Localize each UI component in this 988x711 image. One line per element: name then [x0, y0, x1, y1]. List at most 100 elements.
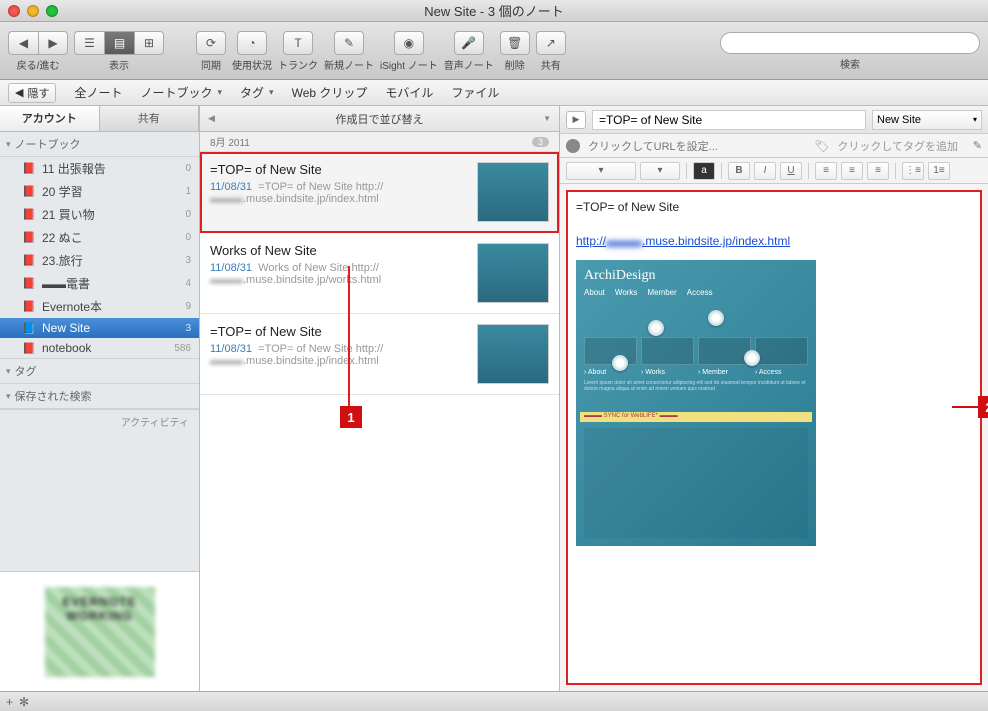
webpage-preview: ArchiDesign AboutWorksMemberAccess › Abo…	[576, 260, 816, 546]
notebook-icon: 📕	[22, 185, 36, 199]
sidebar-section-saved[interactable]: 保存された検索	[0, 384, 199, 409]
sync-label: 同期	[201, 57, 221, 72]
audio-note-button[interactable]: 🎤	[454, 31, 484, 55]
note-list-item[interactable]: =TOP= of New Site11/08/31 =TOP= of New S…	[200, 152, 559, 233]
view-list-button[interactable]: ☰	[74, 31, 104, 55]
isight-label: iSight ノート	[380, 57, 438, 72]
note-list-month-header: 8月 2011 3	[200, 132, 559, 152]
annotation-marker-1: 1	[340, 406, 362, 428]
numbered-list-button[interactable]: 1≡	[928, 162, 950, 180]
view-snippet-button[interactable]: ▤	[104, 31, 134, 55]
sync-button[interactable]: ⟳	[196, 31, 226, 55]
sidebar-item-notebook[interactable]: 📕21 買い物0	[0, 203, 199, 226]
back-button[interactable]: ◀	[8, 31, 38, 55]
note-list-item[interactable]: Works of New Site11/08/31 Works of New S…	[200, 233, 559, 314]
note-list-month-count: 3	[532, 137, 549, 147]
filter-notebook[interactable]: ノートブック	[140, 84, 222, 101]
slideshow-button[interactable]: ▶	[566, 111, 586, 129]
note-body-title: =TOP= of New Site	[576, 200, 972, 214]
sidebar-item-notebook[interactable]: 📘New Site3	[0, 318, 199, 338]
sidebar-item-count: 0	[185, 209, 191, 220]
underline-button[interactable]: U	[780, 162, 802, 180]
sidebar-item-notebook[interactable]: 📕notebook586	[0, 338, 199, 358]
color-button[interactable]: a	[693, 162, 715, 180]
preview-nav: AboutWorksMemberAccess	[584, 288, 808, 297]
filter-all-notes[interactable]: 全ノート	[74, 84, 122, 101]
hide-sidebar-button[interactable]: ◀隠す	[8, 83, 56, 103]
usage-button[interactable]: ◔	[237, 31, 267, 55]
sidebar-item-notebook[interactable]: 📕23.旅行3	[0, 249, 199, 272]
trunk-button[interactable]: T	[283, 31, 313, 55]
preview-logo: ArchiDesign	[584, 268, 808, 284]
filter-mobile[interactable]: モバイル	[385, 84, 433, 101]
align-right-button[interactable]: ≡	[867, 162, 889, 180]
trunk-label: トランク	[278, 57, 318, 72]
notebook-select[interactable]: New Site▾	[872, 110, 982, 130]
size-select[interactable]: ▾	[640, 162, 680, 180]
view-label: 表示	[109, 57, 129, 72]
usage-label: 使用状況	[232, 57, 272, 72]
note-content[interactable]: =TOP= of New Site http://▬▬▬.muse.bindsi…	[566, 190, 982, 685]
isight-note-button[interactable]: ◉	[394, 31, 424, 55]
search-input[interactable]	[720, 32, 980, 54]
detail-meta-row: クリックしてURLを設定... 🏷 クリックしてタグを追加 ✎	[560, 134, 988, 158]
note-body-link[interactable]: http://▬▬▬.muse.bindsite.jp/index.html	[576, 234, 972, 248]
tag-placeholder[interactable]: クリックしてタグを追加	[837, 138, 958, 154]
sidebar-item-label: Evernote本	[42, 298, 102, 315]
sidebar-activity[interactable]: アクティビティ	[0, 409, 199, 433]
sidebar-tab-account[interactable]: アカウント	[0, 106, 100, 132]
note-list-sort[interactable]: 作成日で並び替え	[200, 106, 559, 132]
delete-button[interactable]: 🗑	[500, 31, 530, 55]
sidebar-ad-image: EVERNOTE WORKING	[45, 587, 155, 677]
sidebar-item-notebook[interactable]: 📕11 出張報告0	[0, 157, 199, 180]
url-placeholder[interactable]: クリックしてURLを設定...	[588, 138, 718, 154]
notebook-icon: 📕	[22, 254, 36, 268]
align-left-button[interactable]: ≡	[815, 162, 837, 180]
sidebar-item-count: 0	[185, 232, 191, 243]
edit-tags-icon[interactable]: ✎	[966, 139, 982, 152]
sidebar-tab-shared[interactable]: 共有	[100, 106, 200, 132]
preview-nav-item: Member	[647, 288, 676, 297]
preview-label-item: › Works	[641, 369, 694, 376]
sidebar-item-notebook[interactable]: 📕20 学習1	[0, 180, 199, 203]
filter-file[interactable]: ファイル	[451, 84, 499, 101]
sidebar-item-notebook[interactable]: 📕▬▬電書4	[0, 272, 199, 295]
sidebar-section-tags[interactable]: タグ	[0, 358, 199, 384]
sidebar-ad[interactable]: EVERNOTE WORKING	[0, 571, 199, 691]
view-thumb-button[interactable]: ⊞	[134, 31, 164, 55]
main-content: アカウント 共有 ノートブック 📕11 出張報告0 📕 20 学習 1 📕21 買い物0…	[0, 106, 988, 691]
sidebar-item-label: 20 学習	[42, 183, 83, 200]
sidebar-item-notebook[interactable]: 📕Evernote本9	[0, 295, 199, 318]
sidebar-item-count: 3	[185, 323, 191, 334]
forward-button[interactable]: ▶	[38, 31, 68, 55]
status-settings-button[interactable]: ✻	[19, 695, 29, 709]
sidebar: アカウント 共有 ノートブック 📕11 出張報告0📕20 学習1📕21 買い物0…	[0, 106, 200, 691]
delete-label: 削除	[505, 57, 525, 72]
status-add-button[interactable]: +	[6, 695, 13, 709]
filter-tag[interactable]: タグ	[240, 84, 274, 101]
align-center-button[interactable]: ≡	[841, 162, 863, 180]
new-note-button[interactable]: ✎	[334, 31, 364, 55]
sidebar-item-count: 586	[174, 343, 191, 354]
main-toolbar: ◀ ▶ 戻る/進む ☰ ▤ ⊞ 表示 ⟳同期 ◔使用状況 Tトランク ✎新規ノー…	[0, 22, 988, 80]
list-button[interactable]: ⋮≡	[902, 162, 924, 180]
preview-bar: ▬▬▬ SYNC for WebLIFE* ▬▬▬	[580, 412, 812, 422]
note-title-input[interactable]	[592, 110, 866, 130]
sidebar-item-label: notebook	[42, 341, 91, 355]
note-item-thumbnail	[477, 162, 549, 222]
italic-button[interactable]: I	[754, 162, 776, 180]
window-title: New Site - 3 個のノート	[0, 1, 988, 20]
font-select[interactable]: ▾	[566, 162, 636, 180]
sidebar-section-notebooks[interactable]: ノートブック	[0, 132, 199, 157]
share-button[interactable]: ↗︎	[536, 31, 566, 55]
bold-button[interactable]: B	[728, 162, 750, 180]
notebook-icon: 📕	[22, 231, 36, 245]
note-list-item[interactable]: =TOP= of New Site11/08/31 =TOP= of New S…	[200, 314, 559, 395]
note-item-title: =TOP= of New Site	[210, 162, 469, 177]
note-list-items: =TOP= of New Site11/08/31 =TOP= of New S…	[200, 152, 559, 395]
statusbar: + ✻	[0, 691, 988, 711]
sidebar-item-notebook[interactable]: 📕22 ぬこ0	[0, 226, 199, 249]
sidebar-item-label: ▬▬電書	[42, 275, 90, 292]
notebook-icon: 📘	[22, 321, 36, 335]
filter-webclip[interactable]: Web クリップ	[292, 84, 368, 101]
